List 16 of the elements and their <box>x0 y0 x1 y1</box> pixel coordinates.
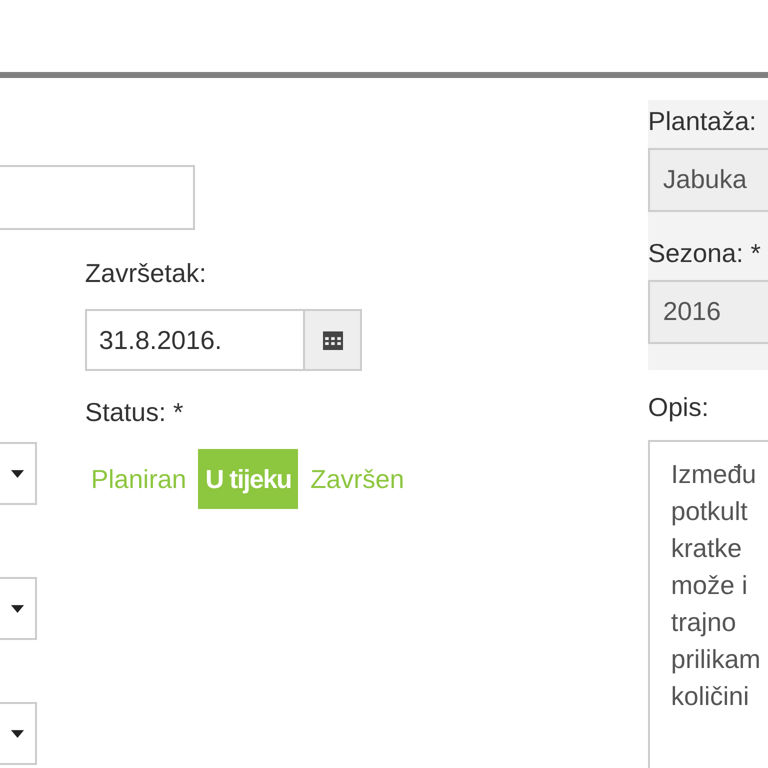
field-label: Sezona: * <box>648 238 762 268</box>
field-label: Plantaža: <box>648 106 758 136</box>
calendar-icon <box>322 330 342 350</box>
dropdown[interactable] <box>0 577 37 640</box>
calendar-button[interactable] <box>305 309 362 371</box>
field-label: Završetak: <box>85 258 208 288</box>
caret-icon <box>11 730 24 738</box>
dropdown[interactable] <box>0 442 37 505</box>
date-field[interactable]: 31.8.2016. <box>85 309 305 371</box>
caret-icon <box>11 604 24 612</box>
caret-icon <box>11 470 24 478</box>
description-field[interactable]: Između potkult kratke može i trajno prilikam količini <box>648 440 768 768</box>
input-field[interactable] <box>0 165 195 230</box>
field-label: Status: * <box>85 397 184 427</box>
field-label: Opis: <box>648 392 710 422</box>
dropdown[interactable] <box>0 702 37 765</box>
